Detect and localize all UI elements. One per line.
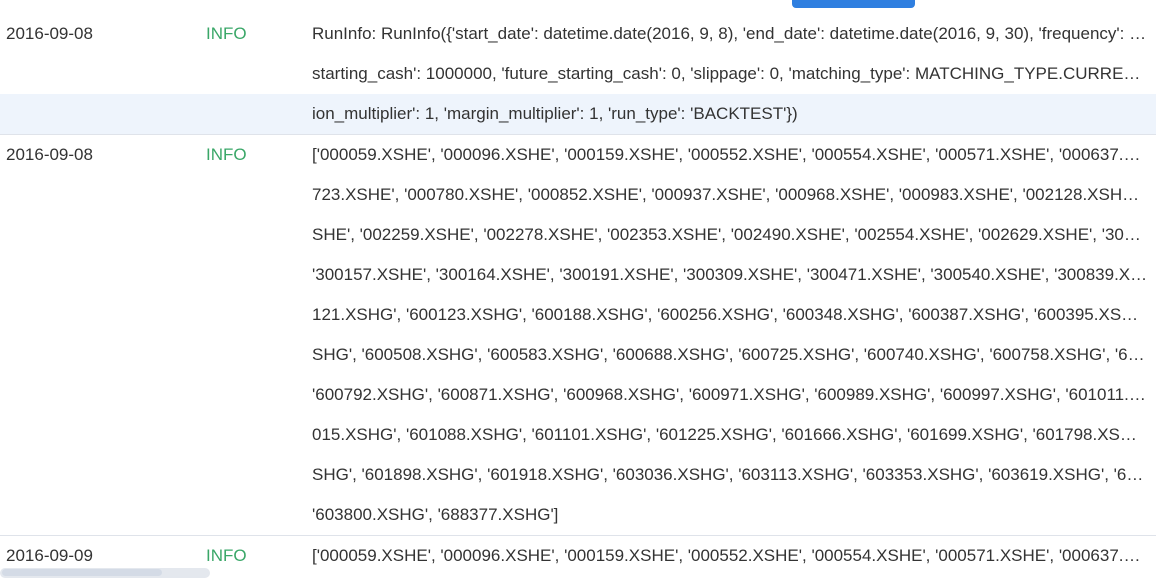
- log-message-line: ['000059.XSHE', '000096.XSHE', '000159.X…: [312, 145, 1148, 164]
- log-level: INFO: [206, 24, 247, 43]
- log-message-line: 121.XSHG', '600123.XSHG', '600188.XSHG',…: [312, 305, 1148, 324]
- log-entry: 2016-09-08 INFO ['000059.XSHE', '000096.…: [0, 135, 1156, 536]
- log-entry: 2016-09-08 INFO RunInfo: RunInfo({'start…: [0, 14, 1156, 135]
- log-message-line: ion_multiplier': 1, 'margin_multiplier':…: [312, 104, 798, 123]
- log-message-line: SHG', '600508.XSHG', '600583.XSHG', '600…: [312, 345, 1148, 364]
- highlighted-log-line: ion_multiplier': 1, 'margin_multiplier':…: [0, 94, 1156, 134]
- run-button[interactable]: [792, 0, 915, 8]
- log-level: INFO: [206, 145, 247, 164]
- log-message-line: ['000059.XSHE', '000096.XSHE', '000159.X…: [312, 546, 1148, 565]
- log-message-line: RunInfo: RunInfo({'start_date': datetime…: [312, 24, 1148, 43]
- log-message-line: '603800.XSHG', '688377.XSHG']: [312, 505, 559, 524]
- log-date: 2016-09-08: [6, 145, 93, 164]
- log-message-line: starting_cash': 1000000, 'future_startin…: [312, 64, 1148, 83]
- log-date: 2016-09-08: [6, 24, 93, 43]
- log-table: 2016-09-08 INFO RunInfo: RunInfo({'start…: [0, 14, 1156, 576]
- log-level: INFO: [206, 546, 247, 565]
- log-message-line: SHE', '002259.XSHE', '002278.XSHE', '002…: [312, 225, 1148, 244]
- log-message-line: 723.XSHE', '000780.XSHE', '000852.XSHE',…: [312, 185, 1148, 204]
- log-message-line: '300157.XSHE', '300164.XSHE', '300191.XS…: [312, 265, 1148, 284]
- log-message-line: '600792.XSHG', '600871.XSHG', '600968.XS…: [312, 385, 1148, 404]
- horizontal-scrollbar[interactable]: [0, 568, 210, 578]
- scrollbar-thumb[interactable]: [2, 569, 162, 576]
- log-message-line: 015.XSHG', '601088.XSHG', '601101.XSHG',…: [312, 425, 1148, 444]
- log-message-line: SHG', '601898.XSHG', '601918.XSHG', '603…: [312, 465, 1148, 484]
